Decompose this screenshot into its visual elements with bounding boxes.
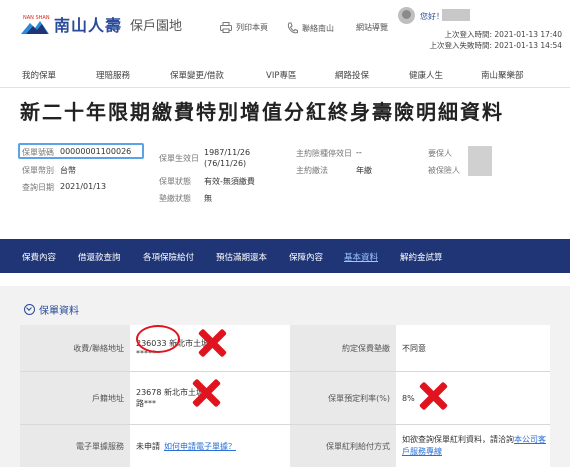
household-address-label: 戶籍地址 <box>20 372 130 424</box>
nav-item-my-policy[interactable]: 我的保單 <box>22 69 56 81</box>
household-address-line2: 路*** <box>136 399 156 408</box>
sitemap-button[interactable]: 網站導覽 <box>356 22 388 33</box>
advance-pay-value: 無 <box>204 194 212 203</box>
zip-code-circle-annotation <box>136 325 180 353</box>
portal-name: 保戶園地 <box>130 18 183 34</box>
sitemap-label: 網站導覽 <box>356 23 388 32</box>
contact-button[interactable]: 聯絡南山 <box>287 22 334 34</box>
e-document-status: 未申請 <box>136 441 160 451</box>
nav-item-online-insure[interactable]: 網路投保 <box>335 69 369 81</box>
section-title: 保單資料 <box>39 306 79 317</box>
premium-advance-value: 不同意 <box>396 325 550 371</box>
tab-premium[interactable]: 保費內容 <box>22 251 56 263</box>
nav-item-club[interactable]: 南山聚樂部 <box>481 69 524 81</box>
mountain-logo-icon: NAN SHAN <box>20 12 50 36</box>
policy-no-value: 00000001100026 <box>60 147 132 156</box>
masked-username <box>442 9 470 21</box>
rider-stop-label: 主約險種停效日 <box>296 149 352 158</box>
print-label: 列印本頁 <box>236 23 268 32</box>
policy-status-value: 有效-無須繳費 <box>204 177 255 186</box>
phone-icon <box>287 22 298 34</box>
tab-basic-info[interactable]: 基本資料 <box>344 251 378 263</box>
pay-method-label: 主約繳法 <box>296 166 328 175</box>
query-date-value: 2021/01/13 <box>60 182 107 191</box>
applicant-label: 要保人 <box>428 149 452 158</box>
advance-pay-label: 墊繳狀態 <box>159 194 191 203</box>
avatar[interactable] <box>398 7 415 24</box>
policy-no-label: 保單號碼 <box>22 148 54 157</box>
policy-currency-label: 保單幣別 <box>22 166 54 175</box>
dividend-method-cell: 如欲查詢保單紅利資料，請洽詢本公司客戶服務專線 <box>396 425 550 467</box>
nav-item-vip[interactable]: VIP專區 <box>266 69 296 81</box>
page-title: 新二十年限期繳費特別增值分紅終身壽險明細資料 <box>20 100 504 124</box>
last-login-time: 上次登入時間: 2021-01-13 17:40 <box>444 30 563 39</box>
nav-item-claims[interactable]: 理賠服務 <box>96 69 130 81</box>
insured-label: 被保險人 <box>428 166 460 175</box>
printer-icon <box>220 22 232 33</box>
e-document-apply-link[interactable]: 如何申請電子單據？ <box>164 441 236 452</box>
effective-date-roc: (76/11/26) <box>204 159 247 168</box>
dividend-method-text: 如欲查詢保單紅利資料，請洽詢 <box>402 435 514 444</box>
contact-label: 聯絡南山 <box>302 23 334 33</box>
masked-names-block <box>468 146 492 176</box>
tab-maturity[interactable]: 預估滿期還本 <box>216 251 267 263</box>
e-document-label: 電子單據服務 <box>20 425 130 467</box>
nav-item-policy-change[interactable]: 保單變更/借款 <box>170 69 224 81</box>
tab-loan-repay[interactable]: 借還款查詢 <box>78 251 121 263</box>
svg-text:NAN SHAN: NAN SHAN <box>23 15 50 21</box>
contact-address-label: 收費/聯絡地址 <box>20 325 130 371</box>
effective-date-label: 保單生效日 <box>159 154 199 163</box>
last-failed-login-time: 上次登入失敗時間: 2021-01-13 14:54 <box>429 41 563 50</box>
premium-advance-label: 約定保費墊繳 <box>290 325 396 371</box>
nav-item-health[interactable]: 健康人生 <box>409 69 443 81</box>
query-date-label: 查詢日期 <box>22 183 54 192</box>
greeting[interactable]: 您好！ <box>420 11 444 22</box>
redaction-x-icon <box>417 381 447 411</box>
section-header[interactable]: 保單資料 <box>24 302 79 317</box>
policy-tabs: 保費內容 借還款查詢 各項保險給付 預估滿期還本 保障內容 基本資料 解約金試算 <box>0 239 570 273</box>
main-nav: 我的保單 理賠服務 保單變更/借款 VIP專區 網路投保 健康人生 南山聚樂部 <box>0 62 570 88</box>
tab-surrender-calc[interactable]: 解約金試算 <box>400 251 443 263</box>
redaction-x-icon <box>196 328 226 358</box>
pay-method-value: 年繳 <box>356 166 372 175</box>
collapse-chevron-icon <box>24 304 35 315</box>
policy-currency-value: 台幣 <box>60 166 76 175</box>
policy-status-label: 保單狀態 <box>159 177 191 186</box>
tab-benefits[interactable]: 各項保險給付 <box>143 251 194 263</box>
print-button[interactable]: 列印本頁 <box>220 22 268 33</box>
rider-stop-value: -- <box>356 148 362 157</box>
brand-logo[interactable]: NAN SHAN 南山人壽 保戶園地 <box>20 12 182 36</box>
brand-name: 南山人壽 <box>54 16 123 35</box>
assumed-rate-label: 保單預定利率(%) <box>290 372 396 424</box>
dividend-method-label: 保單紅利給付方式 <box>290 425 396 467</box>
redaction-x-icon <box>190 378 220 408</box>
e-document-cell: 未申請 如何申請電子單據？ <box>130 425 290 467</box>
tab-coverage[interactable]: 保障內容 <box>289 251 323 263</box>
effective-date-value: 1987/11/26 <box>204 148 251 157</box>
top-bar: NAN SHAN 南山人壽 保戶園地 列印本頁 聯絡南山 網站導覽 您好！ 上次… <box>0 0 570 60</box>
